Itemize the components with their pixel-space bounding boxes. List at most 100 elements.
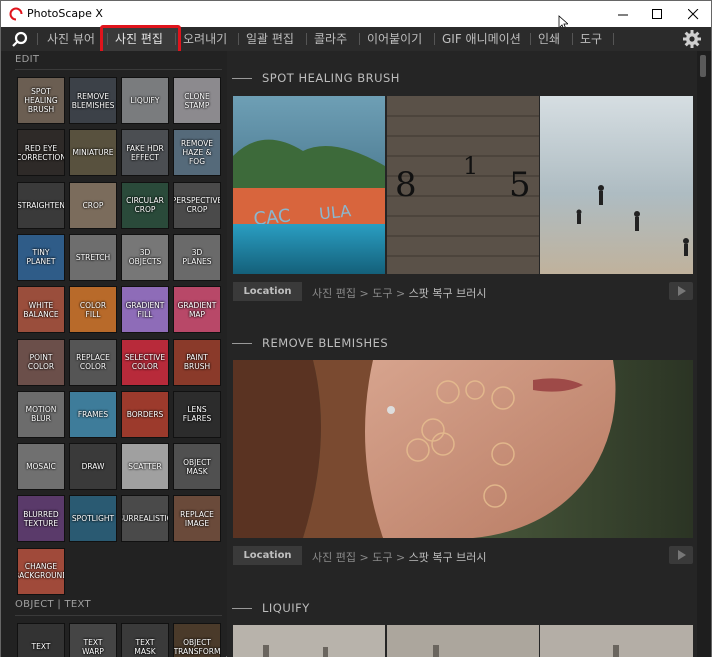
section-heading: REMOVE BLEMISHES xyxy=(232,336,388,350)
tool-motion-blur[interactable]: MOTION BLUR xyxy=(17,390,65,438)
tool-text-warp[interactable]: TEXT WARP xyxy=(69,623,117,657)
tool-text[interactable]: TEXT xyxy=(17,623,65,657)
tool-label: TEXT MASK xyxy=(134,637,156,656)
tool-change-background[interactable]: CHANGE BACKGROUND xyxy=(17,547,65,595)
window-title: PhotoScape X xyxy=(27,7,103,20)
tool-spotlight[interactable]: SPOTLIGHT xyxy=(69,495,117,543)
tool-spot-healing-brush[interactable]: SPOT HEALING BRUSH xyxy=(17,77,65,124)
tool-frames[interactable]: FRAMES xyxy=(69,390,117,438)
tool-blurred-texture[interactable]: BLURRED TEXTURE xyxy=(17,495,65,543)
tool-label: LIQUIFY xyxy=(130,96,160,105)
play-icon xyxy=(678,286,686,296)
tool-label: CLONE STAMP xyxy=(184,91,210,110)
tool-label: WHITE BALANCE xyxy=(23,300,59,319)
svg-text:5: 5 xyxy=(509,165,531,205)
tool-label: REMOVE HAZE & FOG xyxy=(180,139,214,167)
menu-item-6[interactable]: GIF 애니메이션 xyxy=(442,31,521,49)
location-path: 사진 편집 > 도구 > 스팟 복구 브러시 xyxy=(312,551,487,564)
photoscape-logo-icon xyxy=(9,7,23,21)
tool-scatter[interactable]: SCATTER xyxy=(121,443,169,491)
title-bar: PhotoScape X xyxy=(1,1,711,31)
menu-item-2[interactable]: 오려내기 xyxy=(183,31,227,49)
tool-label: 3D PLANES xyxy=(182,248,212,267)
play-video-button[interactable] xyxy=(669,282,693,300)
menu-separator xyxy=(434,33,435,45)
tool-replace-color[interactable]: REPLACE COLOR xyxy=(69,338,117,386)
scrollbar-thumb[interactable] xyxy=(700,55,706,77)
tool-liquify[interactable]: LIQUIFY xyxy=(121,77,169,124)
maximize-button[interactable] xyxy=(639,1,675,27)
tool-gradient-fill[interactable]: GRADIENT FILL xyxy=(121,286,169,334)
tool-replace-image[interactable]: REPLACE IMAGE xyxy=(173,495,221,543)
play-icon xyxy=(678,550,686,560)
tool-circular-crop[interactable]: CIRCULAR CROP xyxy=(121,181,169,229)
menu-item-4[interactable]: 콜라주 xyxy=(314,31,347,49)
location-button[interactable]: Location xyxy=(233,282,302,301)
tool-gradient-map[interactable]: GRADIENT MAP xyxy=(173,286,221,334)
tool-label: TEXT xyxy=(31,642,51,651)
menu-item-3[interactable]: 일괄 편집 xyxy=(246,31,294,49)
app-window: PhotoScape X 사진 뷰어 사진 편집 오려내기 일괄 편집 콜라주 이어붙이기… xyxy=(0,0,712,657)
tool-perspective-crop[interactable]: PERSPECTIVE CROP xyxy=(173,181,221,229)
tool-tiny-planet[interactable]: TINY PLANET xyxy=(17,233,65,281)
app-home-icon[interactable] xyxy=(11,31,29,47)
object-text-section-label: OBJECT | TEXT xyxy=(15,599,91,610)
tool-stretch[interactable]: STRETCH xyxy=(69,233,117,281)
tool-color-fill[interactable]: COLOR FILL xyxy=(69,286,117,334)
minimize-button[interactable] xyxy=(605,1,641,27)
tool-lens-flares[interactable]: LENS FLARES xyxy=(173,390,221,438)
tool-label: SPOTLIGHT xyxy=(71,514,115,524)
tool-3d-objects[interactable]: 3D OBJECTS xyxy=(121,233,169,281)
menu-separator xyxy=(37,33,38,45)
tool-label: RED EYE CORRECTION xyxy=(17,143,65,162)
tool-label: TINY PLANET xyxy=(26,248,56,267)
tool-surrealistic[interactable]: SURREALISTIC xyxy=(121,495,169,543)
tool-crop[interactable]: CROP xyxy=(69,181,117,229)
menu-item-8[interactable]: 도구 xyxy=(580,31,602,49)
gear-icon[interactable] xyxy=(682,29,702,49)
tool-panel: EDIT SPOT HEALING BRUSH REMOVE BLEMISHES L… xyxy=(1,51,226,657)
tool-label: REMOVE BLEMISHES xyxy=(71,91,115,110)
tool-label: GRADIENT FILL xyxy=(125,300,165,319)
menu-item-5[interactable]: 이어붙이기 xyxy=(367,31,422,49)
tool-label: LENS FLARES xyxy=(182,405,212,424)
tool-point-color[interactable]: POINT COLOR xyxy=(17,338,65,386)
play-video-button[interactable] xyxy=(669,546,693,564)
edit-section-label: EDIT xyxy=(15,54,40,65)
close-icon xyxy=(687,8,698,19)
tool-label: CIRCULAR CROP xyxy=(126,196,164,215)
tool-label: PAINT BRUSH xyxy=(183,353,211,371)
tool-mosaic[interactable]: MOSAIC xyxy=(17,443,65,491)
menu-separator xyxy=(359,33,360,45)
menu-item-7[interactable]: 인쇄 xyxy=(538,31,560,49)
tool-remove-haze-fog[interactable]: REMOVE HAZE & FOG xyxy=(173,129,221,177)
tool-label: OBJECT TRANSFORM xyxy=(173,637,221,656)
tool-draw[interactable]: DRAW xyxy=(69,443,117,491)
menu-separator xyxy=(530,33,531,45)
tool-object-transform[interactable]: OBJECT TRANSFORM xyxy=(173,623,221,657)
tool-borders[interactable]: BORDERS xyxy=(121,390,169,438)
tool-straighten[interactable]: STRAIGHTEN xyxy=(17,181,65,229)
menu-item-1[interactable]: 사진 편집 xyxy=(115,31,163,49)
tool-fake-hdr-effect[interactable]: FAKE HDR EFFECT xyxy=(121,129,169,177)
tool-3d-planes[interactable]: 3D PLANES xyxy=(173,233,221,281)
tool-label: BORDERS xyxy=(126,409,164,419)
tool-white-balance[interactable]: WHITE BALANCE xyxy=(17,286,65,334)
tool-label: OBJECT MASK xyxy=(183,457,211,476)
svg-text:ULA: ULA xyxy=(318,201,352,223)
tool-label: SCATTER xyxy=(128,462,162,472)
location-button[interactable]: Location xyxy=(233,546,302,565)
tool-miniature[interactable]: MINIATURE xyxy=(69,129,117,177)
tool-clone-stamp[interactable]: CLONE STAMP xyxy=(173,77,221,124)
tool-object-mask[interactable]: OBJECT MASK xyxy=(173,443,221,491)
tool-text-mask[interactable]: TEXT MASK xyxy=(121,623,169,657)
tool-selective-color[interactable]: SELECTIVE COLOR xyxy=(121,338,169,386)
menu-item-0[interactable]: 사진 뷰어 xyxy=(47,31,95,49)
content-scrollbar[interactable] xyxy=(697,51,711,657)
tool-red-eye-correction[interactable]: RED EYE CORRECTION xyxy=(17,129,65,177)
tool-paint-brush[interactable]: PAINT BRUSH xyxy=(173,338,221,386)
tool-remove-blemishes[interactable]: REMOVE BLEMISHES xyxy=(69,77,117,124)
main-menu-bar: 사진 뷰어 사진 편집 오려내기 일괄 편집 콜라주 이어붙이기 GIF 애니메이션 인쇄 도구 xyxy=(1,25,711,55)
tool-label: REPLACE COLOR xyxy=(76,353,110,371)
close-button[interactable] xyxy=(675,1,711,27)
